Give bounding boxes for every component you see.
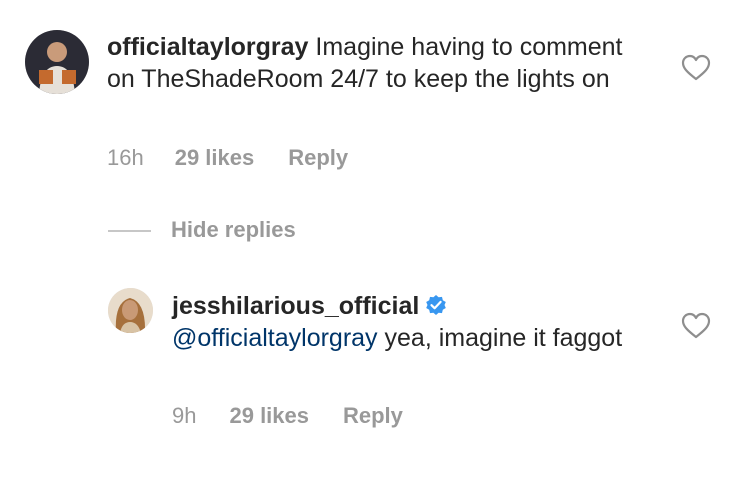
reply-reply-button[interactable]: Reply [343, 403, 403, 429]
reply-likes-count[interactable]: 29 likes [229, 403, 309, 429]
verified-badge-icon [425, 294, 447, 316]
comment-timestamp: 16h [107, 145, 144, 170]
hide-replies-divider [108, 230, 151, 232]
comment-meta: 16h 29 likes Reply [107, 145, 348, 171]
comment-username[interactable]: officialtaylorgray [107, 33, 308, 61]
reply-username[interactable]: jesshilarious_official [172, 292, 419, 320]
heart-outline-icon [681, 312, 711, 339]
avatar-jesshilarious[interactable] [108, 288, 153, 333]
comment-like-button[interactable] [681, 54, 711, 82]
reply-timestamp: 9h [172, 403, 197, 428]
reply-mention-link[interactable]: @officialtaylorgray [172, 324, 378, 352]
reply-body: yea, imagine it faggot [377, 324, 623, 352]
hide-replies-button[interactable]: Hide replies [171, 216, 296, 244]
comment-likes-count[interactable]: 29 likes [175, 145, 255, 171]
comment-text: officialtaylorgray Imagine having to com… [107, 31, 647, 95]
heart-outline-icon [681, 54, 711, 81]
reply-meta: 9h 29 likes Reply [172, 403, 403, 429]
reply-like-button[interactable] [681, 312, 711, 340]
reply-text: jesshilarious_official @officialtaylorgr… [172, 290, 642, 354]
comment-reply-button[interactable]: Reply [288, 145, 348, 171]
avatar-officialtaylorgray[interactable] [25, 30, 89, 94]
